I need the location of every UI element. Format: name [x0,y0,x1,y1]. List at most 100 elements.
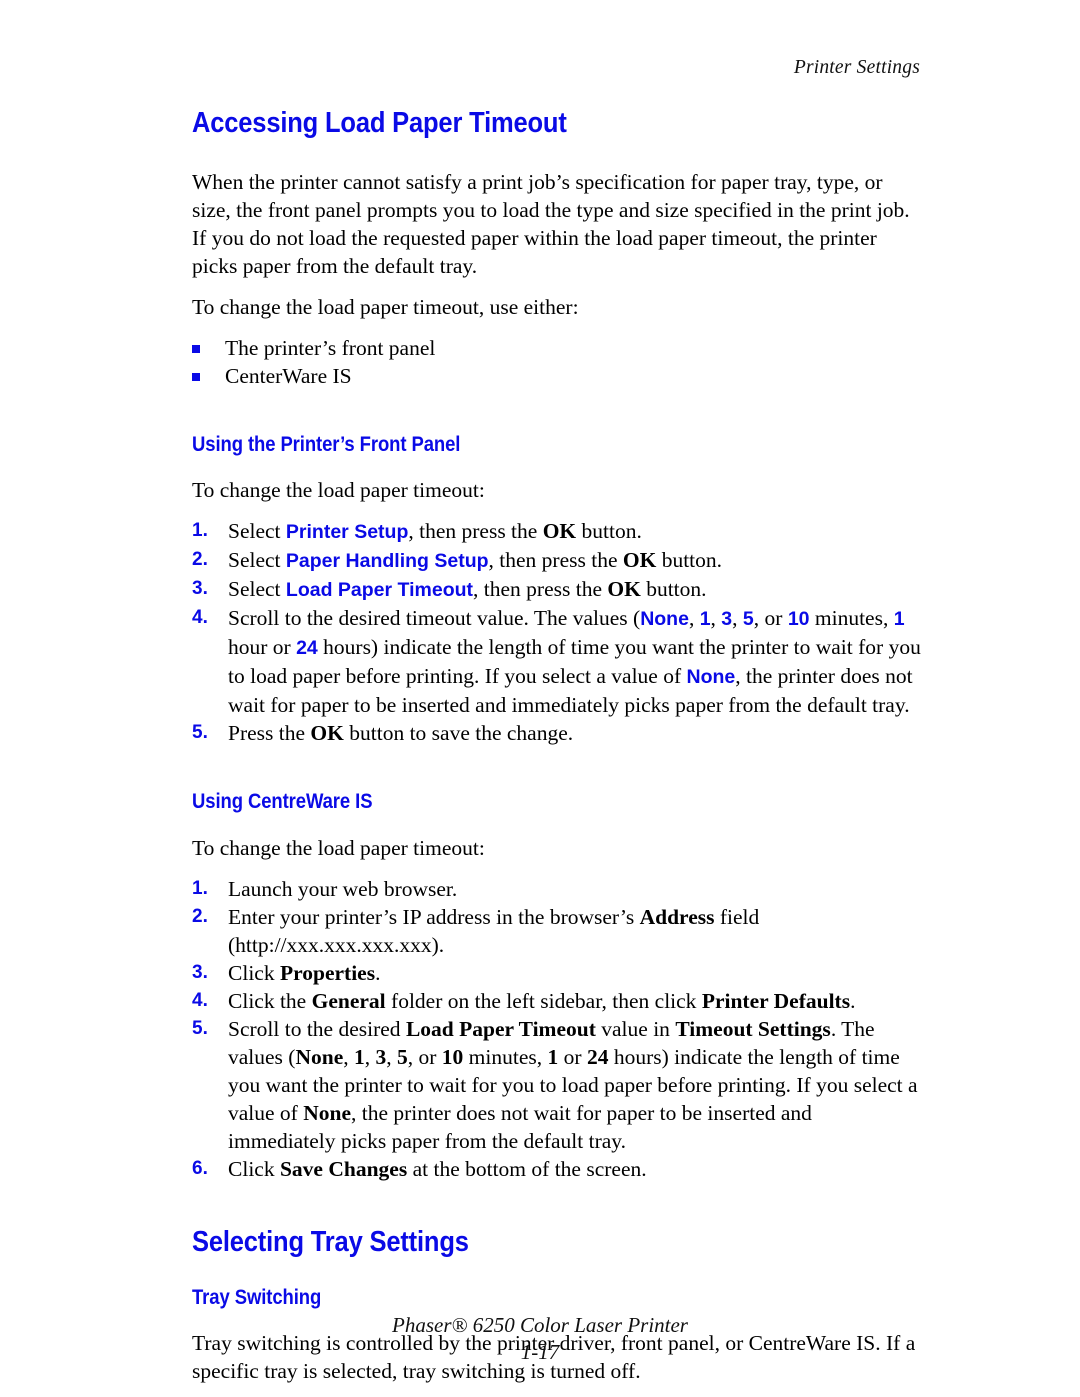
step-text: , or [407,1044,442,1069]
value-1-hour: 1 [893,608,905,631]
properties-link-label: Properties [279,960,376,985]
list-item: 3. Select Load Paper Timeout, then press… [192,575,924,604]
centreware-step-list: 1. Launch your web browser. 2. Enter you… [192,875,924,1183]
step-text: at the bottom of the screen. [407,1156,647,1181]
value-1-hour: 1 [547,1044,559,1069]
lead-in-front-panel: To change the load paper timeout: [192,478,485,503]
square-bullet-icon [192,345,200,354]
step-number: 2. [192,905,208,927]
step-text: Scroll to the desired [228,1016,406,1041]
list-item: 6. Click Save Changes at the bottom of t… [192,1155,924,1183]
step-number: 4. [192,607,208,629]
step-number: 1. [192,877,208,899]
step-text: folder on the left sidebar, then click [385,988,702,1013]
value-5-minutes: 5 [397,1044,408,1069]
bullet-list: The printer’s front panel CenterWare IS [192,334,924,390]
value-none: None [640,608,689,631]
step-text: , [710,606,722,631]
list-item: The printer’s front panel [192,334,924,362]
step-text: . [850,988,856,1013]
list-item: 5. Scroll to the desired Load Paper Time… [192,1015,924,1155]
save-changes-button-label: Save Changes [279,1156,408,1181]
value-10-minutes: 10 [787,608,810,631]
value-24-hours: 24 [586,1044,609,1069]
step-text: , then press the [488,548,623,573]
running-header: Printer Settings [793,57,920,78]
footer-page-number: 1-17 [520,1340,560,1364]
step-number: 5. [192,1017,208,1039]
list-item: CenterWare IS [192,362,924,390]
step-text: , or [753,606,788,631]
ok-button-label: OK [622,548,657,573]
list-item: 2. Select Paper Handling Setup, then pre… [192,546,924,575]
lead-in-use-either: To change the load paper timeout, use ei… [192,295,579,320]
value-3-minutes: 3 [375,1044,387,1069]
ui-term-printer-setup: Printer Setup [285,521,409,544]
general-folder-label: General [311,988,386,1013]
value-none: None [686,666,736,689]
ok-button-label: OK [310,721,344,746]
ui-term-load-paper-timeout: Load Paper Timeout [285,579,474,602]
heading-tray-switching: Tray Switching [192,1285,322,1309]
step-text: minutes, [463,1044,548,1069]
step-text: value in [595,1016,676,1041]
step-text: Scroll to the desired timeout value. The… [228,606,641,631]
step-text: Click [228,1156,280,1181]
ui-term-paper-handling-setup: Paper Handling Setup [285,550,489,573]
value-none: None [295,1044,344,1069]
step-text: Enter your printer’s IP address in the b… [228,904,640,929]
list-item: 1. Select Printer Setup, then press the … [192,517,924,546]
value-1-minute: 1 [699,608,711,631]
step-number: 3. [192,961,208,983]
ok-button-label: OK [542,519,577,544]
page-title-accessing-load-paper-timeout: Accessing Load Paper Timeout [192,107,567,139]
value-24-hours: 24 [296,637,318,660]
step-text: Select [228,577,286,602]
timeout-settings-label: Timeout Settings [675,1016,831,1041]
step-text: Launch your web browser. [228,876,458,901]
step-number: 1. [192,520,208,542]
step-text: Click the [228,988,312,1013]
ok-button-label: OK [607,577,641,602]
address-field-label: Address [639,904,715,929]
square-bullet-icon [192,373,200,382]
step-number: 2. [192,549,208,571]
list-item: 1. Launch your web browser. [192,875,924,903]
step-number: 5. [192,722,208,744]
list-item: 3. Click Properties. [192,959,924,987]
heading-using-front-panel: Using the Printer’s Front Panel [192,433,461,457]
step-text: Select [228,548,286,573]
step-number: 4. [192,989,208,1011]
page-title-selecting-tray-settings: Selecting Tray Settings [192,1225,469,1258]
lead-in-centreware: To change the load paper timeout: [192,835,485,860]
step-text: button. [656,548,723,573]
step-text: Press the [228,721,311,746]
step-text: , [343,1044,354,1069]
bullet-label: CenterWare IS [225,364,352,389]
document-page: Printer Settings Accessing Load Paper Ti… [0,0,1080,1397]
value-10-minutes: 10 [441,1044,464,1069]
intro-paragraph: When the printer cannot satisfy a print … [192,170,910,279]
step-text: , [386,1044,397,1069]
step-text: , [732,606,743,631]
step-text: , [688,606,700,631]
step-text: minutes, [809,606,894,631]
list-item: 4. Click the General folder on the left … [192,987,924,1015]
list-item: 2. Enter your printer’s IP address in th… [192,903,924,959]
step-number: 6. [192,1157,208,1179]
value-5-minutes: 5 [742,608,754,631]
footer-product-name: Phaser® 6250 Color Laser Printer [392,1313,688,1337]
page-content: Accessing Load Paper Timeout When the pr… [192,108,924,1397]
value-3-minutes: 3 [721,608,733,631]
page-footer: Phaser® 6250 Color Laser Printer 1-17 [0,1312,1080,1366]
step-text: button to save the change. [343,721,574,746]
list-item: 5. Press the OK button to save the chang… [192,719,924,747]
step-text: button. [576,519,642,544]
step-text: Click [228,960,280,985]
heading-using-centreware-is: Using CentreWare IS [192,790,373,814]
step-text: Select [228,519,286,544]
step-text: , then press the [473,577,608,602]
step-text: button. [640,577,707,602]
step-text: , then press the [408,519,543,544]
bullet-label: The printer’s front panel [225,336,436,361]
